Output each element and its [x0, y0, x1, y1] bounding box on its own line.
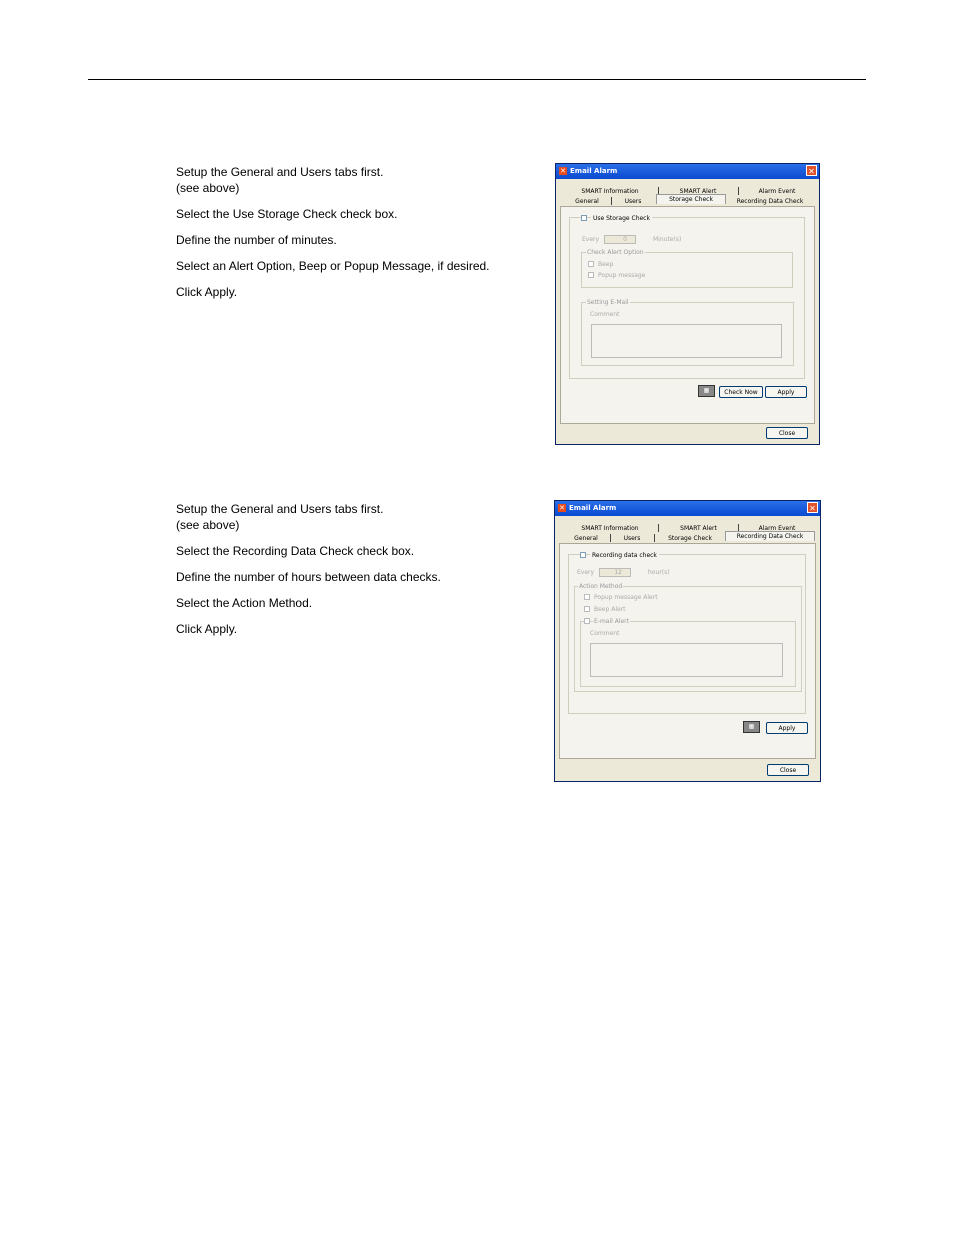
tab-panel: Recording data check Every 12 hour(s) Ac…: [559, 543, 816, 759]
tab-panel: Use Storage Check Every 0 Minute(s) Chec…: [560, 206, 815, 424]
popup-message-alert-checkbox[interactable]: [584, 594, 590, 600]
close-button[interactable]: Close: [767, 764, 809, 776]
popup-message-checkbox[interactable]: [588, 272, 594, 278]
comment-textarea[interactable]: [590, 643, 783, 677]
header-rule: [88, 79, 866, 80]
apply-button[interactable]: Apply: [765, 386, 807, 398]
recording-data-check-steps: Setup the General and Users tabs first. …: [176, 501, 536, 637]
beep-label: Beep: [598, 261, 614, 268]
close-icon[interactable]: ✕: [807, 502, 818, 513]
tab-users[interactable]: Users: [613, 197, 653, 206]
step-text: Setup the General and Users tabs first.: [176, 165, 384, 179]
email-alarm-window-storage: ✕ Email Alarm ✕ SMART Information SMART …: [555, 163, 820, 445]
action-method-label: Action Method: [578, 583, 624, 590]
step-text: Select the Recording Data Check check bo…: [176, 544, 415, 558]
tab-divider: [654, 534, 655, 542]
step-text: (see above): [176, 181, 240, 195]
tab-recording-data-check[interactable]: Recording Data Check: [728, 197, 812, 206]
app-icon: ✕: [559, 167, 567, 175]
close-icon[interactable]: ✕: [806, 165, 817, 176]
beep-checkbox[interactable]: [588, 261, 594, 267]
tab-users[interactable]: Users: [612, 534, 652, 543]
step-text: Select the Use Storage Check check box.: [176, 207, 398, 221]
beep-alert-checkbox[interactable]: [584, 606, 590, 612]
email-alert-checkbox[interactable]: [584, 618, 590, 624]
tab-smart-information[interactable]: SMART Information: [564, 187, 656, 196]
window-title: Email Alarm: [570, 167, 618, 175]
keyboard-icon[interactable]: ▦: [698, 385, 715, 397]
step-text: Click Apply.: [176, 285, 238, 299]
minutes-unit-label: Minute(s): [653, 236, 682, 243]
close-button[interactable]: Close: [766, 427, 808, 439]
check-alert-option-label: Check Alert Option: [586, 249, 645, 256]
tab-alarm-event[interactable]: Alarm Event: [740, 187, 814, 196]
step-text: (see above): [176, 518, 240, 532]
comment-textarea[interactable]: [591, 324, 782, 358]
tab-divider: [738, 187, 739, 195]
window-title: Email Alarm: [569, 504, 617, 512]
storage-check-steps: Setup the General and Users tabs first. …: [176, 164, 536, 300]
keyboard-icon[interactable]: ▦: [743, 721, 760, 733]
comment-label: Comment: [590, 311, 620, 318]
minutes-spinner[interactable]: 0: [604, 235, 636, 244]
step-text: Define the number of hours between data …: [176, 570, 441, 584]
step-text: Setup the General and Users tabs first.: [176, 502, 384, 516]
use-storage-check-checkbox[interactable]: [581, 215, 587, 221]
tab-storage-check[interactable]: Storage Check: [656, 534, 724, 543]
apply-button[interactable]: Apply: [766, 722, 808, 734]
app-icon: ✕: [558, 504, 566, 512]
recording-data-check-label: Recording data check: [590, 552, 659, 559]
beep-alert-label: Beep Alert: [594, 606, 626, 613]
step-text: Click Apply.: [176, 622, 238, 636]
every-label: Every: [577, 569, 595, 576]
hours-unit-label: hour(s): [648, 569, 670, 576]
check-alert-option-group: [581, 252, 793, 288]
tab-smart-information[interactable]: SMART Information: [563, 524, 657, 533]
popup-message-alert-label: Popup message Alert: [594, 594, 658, 601]
recording-data-check-checkbox[interactable]: [580, 552, 586, 558]
tab-general[interactable]: General: [563, 534, 609, 543]
every-label: Every: [582, 236, 600, 243]
tab-general[interactable]: General: [564, 197, 610, 206]
title-bar: ✕ Email Alarm ✕: [556, 164, 819, 179]
comment-label: Comment: [590, 630, 620, 637]
step-text: Select the Action Method.: [176, 596, 313, 610]
step-text: Select an Alert Option, Beep or Popup Me…: [176, 259, 490, 273]
tab-divider: [658, 524, 659, 532]
email-alarm-window-recording: ✕ Email Alarm ✕ SMART Information SMART …: [554, 500, 821, 782]
hours-spinner[interactable]: 12: [599, 568, 631, 577]
setting-email-label: Setting E-Mail: [586, 299, 630, 306]
check-now-button[interactable]: Check Now: [719, 386, 763, 398]
tab-storage-check[interactable]: Storage Check: [656, 194, 726, 204]
popup-message-label: Popup message: [598, 272, 646, 279]
use-storage-check-label: Use Storage Check: [591, 215, 652, 222]
title-bar: ✕ Email Alarm ✕: [555, 501, 820, 516]
tab-divider: [610, 534, 611, 542]
email-alert-label: E-mail Alert: [593, 618, 631, 625]
tab-recording-data-check[interactable]: Recording Data Check: [725, 531, 815, 541]
tab-divider: [611, 197, 612, 205]
step-text: Define the number of minutes.: [176, 233, 337, 247]
